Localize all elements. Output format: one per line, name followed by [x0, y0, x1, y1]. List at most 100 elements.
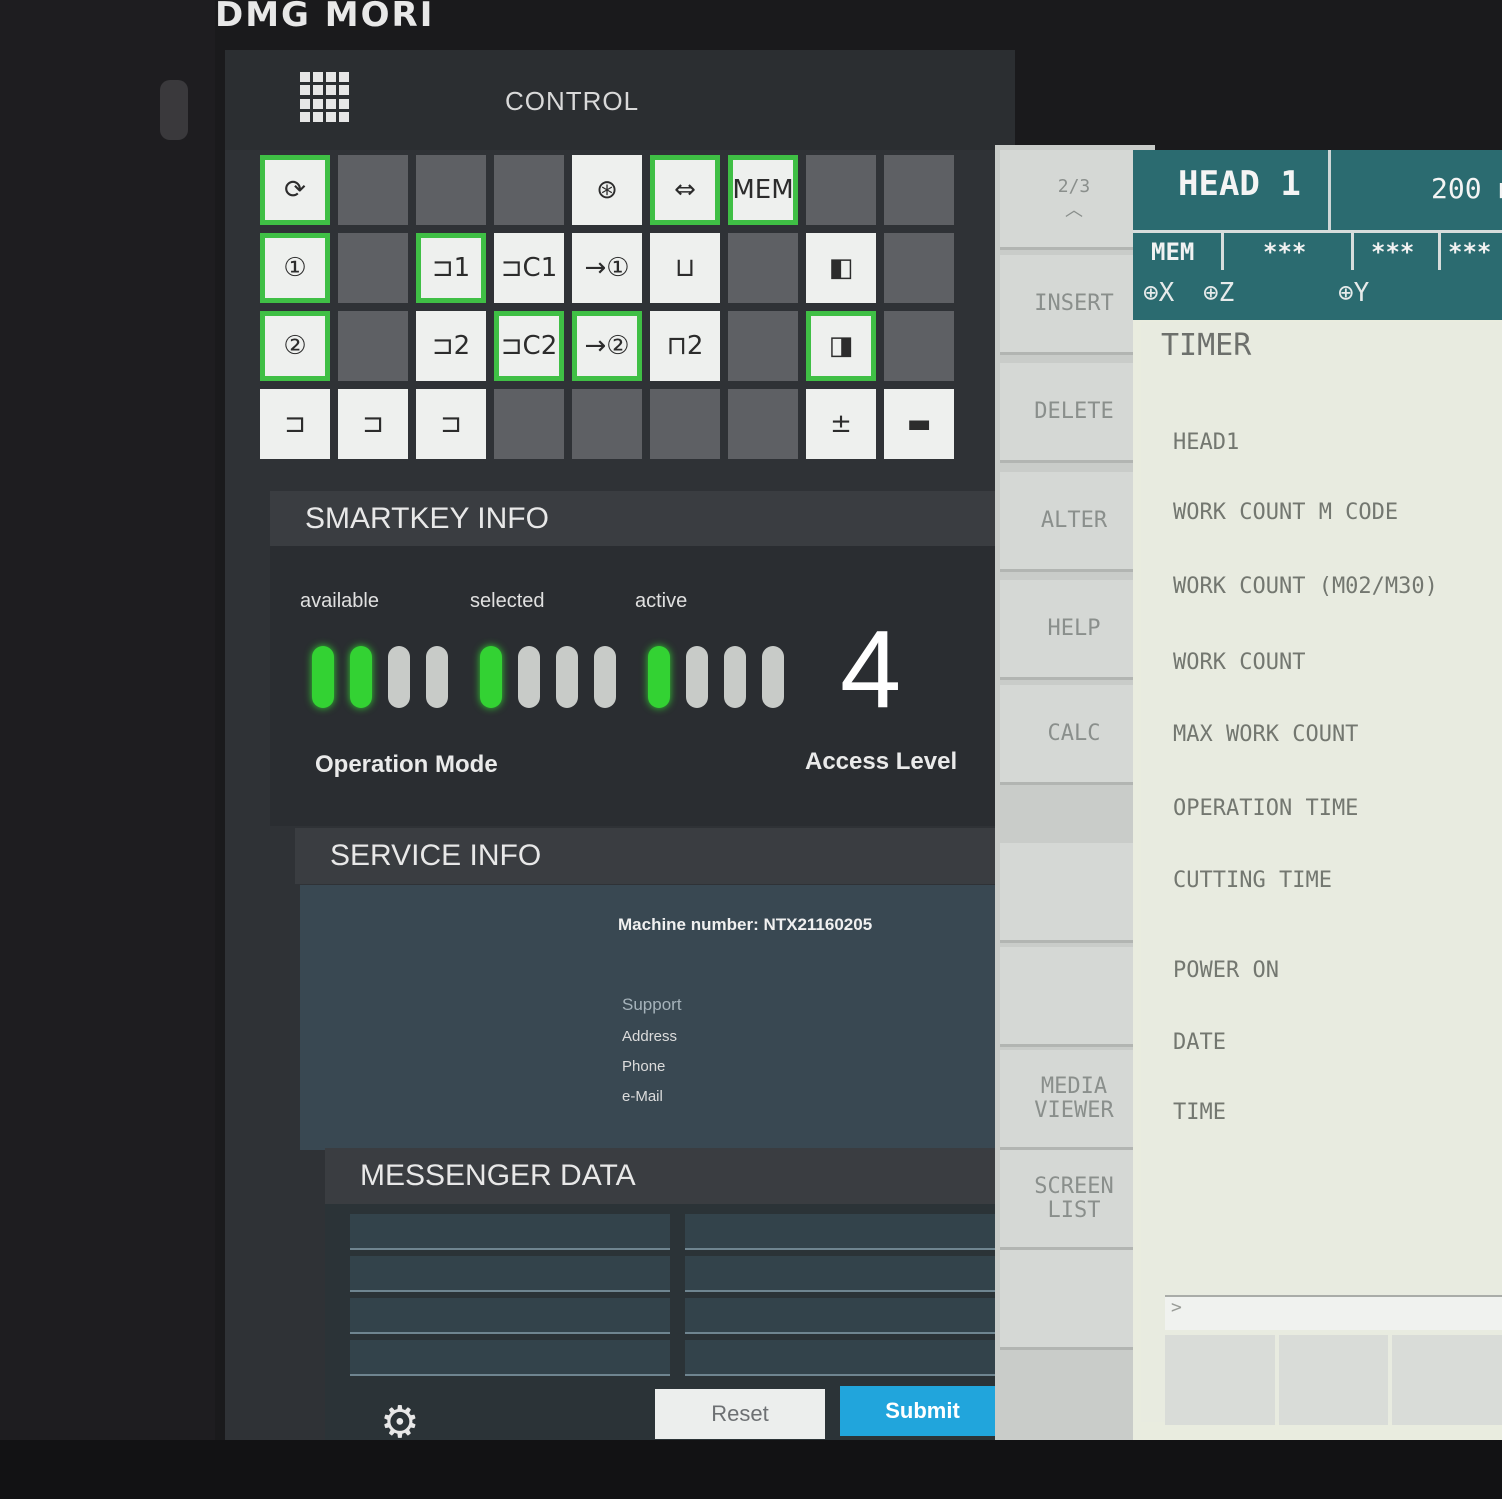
control-title: CONTROL [505, 86, 640, 116]
feed-adjust-icon[interactable]: ± [806, 389, 876, 459]
reset-button[interactable]: Reset [655, 1389, 825, 1439]
status-lamp [518, 646, 540, 708]
empty-key-slot [494, 155, 564, 225]
timer-row-operation-time: OPERATION TIME [1173, 796, 1359, 821]
bottom-softkey[interactable] [1278, 1335, 1389, 1425]
door-right-icon[interactable]: ◨ [806, 311, 876, 381]
status-field: *** [1448, 238, 1492, 266]
messenger-field[interactable] [685, 1298, 995, 1334]
input-prompt: > [1171, 1297, 1182, 1318]
messenger-data-header: MESSENGER DATA [325, 1148, 1010, 1204]
status-lamp [686, 646, 708, 708]
media-viewer-softkey[interactable]: MEDIA VIEWER [1000, 1050, 1148, 1150]
timer-row-power-on: POWER ON [1173, 958, 1279, 983]
gripper-2-icon[interactable]: ⊓2 [650, 311, 720, 381]
head-title: HEAD 1 [1178, 164, 1301, 204]
alter-softkey[interactable]: ALTER [1000, 472, 1148, 572]
chip-conveyor-icon[interactable]: ▬ [884, 389, 954, 459]
status-lamp [426, 646, 448, 708]
status-lamp [556, 646, 578, 708]
key-glyph: ⟳ [284, 175, 306, 205]
monitor-bezel-bottom [0, 1440, 1502, 1499]
cnc-header: HEAD 1 200 m [1133, 150, 1502, 230]
messenger-field[interactable] [350, 1214, 670, 1250]
softkey-column: 2/3 ︿ INSERT DELETE ALTER HELP CALC MEDI… [995, 145, 1155, 1440]
input-line[interactable]: > [1165, 1295, 1502, 1330]
door-left-icon[interactable]: ◧ [806, 233, 876, 303]
messenger-field[interactable] [685, 1214, 995, 1250]
messenger-fields [350, 1214, 995, 1376]
machine-number: Machine number: NTX21160205 [618, 915, 873, 934]
timer-row-work-count: WORK COUNT [1173, 650, 1306, 675]
empty-key-slot [728, 311, 798, 381]
monitor-bezel [0, 0, 215, 1499]
tool-c2-icon[interactable]: ⊐C2 [494, 311, 564, 381]
timer-title: TIMER [1161, 328, 1252, 363]
selected-label: selected [470, 590, 545, 612]
blank-softkey[interactable] [1000, 1250, 1148, 1350]
steering-wheel-icon[interactable]: ⊛ [572, 155, 642, 225]
messenger-field[interactable] [685, 1340, 995, 1376]
key-glyph: ⊐ [440, 409, 462, 439]
address-label: Address [622, 1028, 678, 1045]
status-lamp [594, 646, 616, 708]
chuck-jog-icon[interactable]: ⇔ [650, 155, 720, 225]
tailstock-1-icon[interactable]: ⊐ [260, 389, 330, 459]
coolant-2-icon[interactable]: →② [572, 311, 642, 381]
axis-z: ⊕Z [1203, 278, 1235, 308]
smartkey-info-panel: available selected active 4 Operation Mo… [270, 546, 1010, 826]
status-row: MEM *** *** *** [1133, 230, 1502, 271]
spindle-2-icon[interactable]: ② [260, 311, 330, 381]
empty-key-slot [884, 155, 954, 225]
support-title: Support [622, 995, 682, 1014]
insert-softkey[interactable]: INSERT [1000, 255, 1148, 355]
email-label: e-Mail [622, 1088, 663, 1105]
page-indicator-label: 2/3 [1057, 175, 1091, 197]
bottom-softkey[interactable] [1165, 1335, 1275, 1425]
gripper-icon[interactable]: ⊔ [650, 233, 720, 303]
screen-list-softkey[interactable]: SCREEN LIST [1000, 1150, 1148, 1250]
messenger-field[interactable] [350, 1340, 670, 1376]
timer-row-date: DATE [1173, 1030, 1226, 1055]
spindle-1-icon[interactable]: ① [260, 233, 330, 303]
blank-softkey[interactable] [1000, 947, 1148, 1047]
key-glyph: ◨ [828, 331, 854, 361]
timer-row-time: TIME [1173, 1100, 1226, 1125]
available-label: available [300, 590, 379, 612]
active-lamp-group [648, 646, 784, 708]
apps-grid-icon[interactable] [300, 72, 350, 122]
tailstock-3-icon[interactable]: ⊐ [416, 389, 486, 459]
reset-icon[interactable]: ⟳ [260, 155, 330, 225]
tool-clamp-1-icon[interactable]: ⊐1 [416, 233, 486, 303]
phone-label: Phone [622, 1058, 666, 1075]
messenger-field[interactable] [350, 1256, 670, 1292]
mem-icon[interactable]: MEM [728, 155, 798, 225]
blank-softkey[interactable] [1000, 843, 1148, 943]
bottom-softkey[interactable] [1392, 1335, 1502, 1425]
tailstock-2-icon[interactable]: ⊐ [338, 389, 408, 459]
timer-row-max-work-count: MAX WORK COUNT [1173, 722, 1359, 747]
support-block: Support Address Phone e-Mail [622, 995, 682, 1118]
coolant-1-icon[interactable]: →① [572, 233, 642, 303]
messenger-field[interactable] [685, 1256, 995, 1292]
selected-lamp-group [480, 646, 616, 708]
status-lamp [312, 646, 334, 708]
delete-softkey[interactable]: DELETE [1000, 363, 1148, 463]
status-lamp [350, 646, 372, 708]
key-glyph: ⊓2 [666, 331, 704, 361]
empty-key-slot [884, 311, 954, 381]
page-indicator[interactable]: 2/3 ︿ [1000, 150, 1148, 250]
key-glyph: ⇔ [674, 175, 696, 205]
key-glyph: ⊐2 [431, 331, 471, 361]
messenger-field[interactable] [350, 1298, 670, 1334]
active-label: active [635, 590, 688, 612]
status-lamp [388, 646, 410, 708]
tool-c1-icon[interactable]: ⊐C1 [494, 233, 564, 303]
calc-softkey[interactable]: CALC [1000, 685, 1148, 785]
submit-button[interactable]: Submit [840, 1386, 1005, 1436]
help-softkey[interactable]: HELP [1000, 580, 1148, 680]
axis-row: ⊕X ⊕Z ⊕Y [1133, 270, 1502, 320]
access-level-label: Access Level [805, 748, 958, 775]
tool-clamp-2-icon[interactable]: ⊐2 [416, 311, 486, 381]
key-glyph: ⊐ [362, 409, 384, 439]
